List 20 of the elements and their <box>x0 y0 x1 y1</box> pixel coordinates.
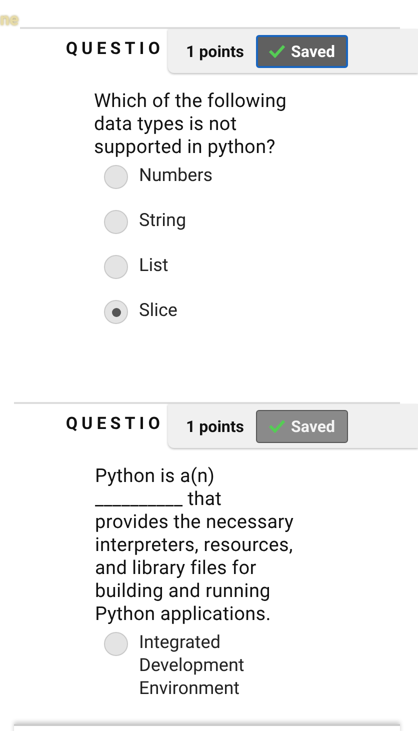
partial-link-text: ne <box>0 10 19 30</box>
question-heading: QUESTIO <box>64 413 165 436</box>
checkmark-icon <box>269 419 286 433</box>
points-label: 1 points <box>186 416 244 436</box>
option-label[interactable]: String <box>139 209 269 232</box>
question-text: Python is a(n) __________ that provides the necessary interpreters, resources, and library files for building and running Python applications. <box>95 464 295 625</box>
saved-button[interactable]: Saved <box>256 34 348 68</box>
option-label[interactable]: Integrated Development Environment <box>139 631 269 700</box>
question-heading: QUESTIO <box>64 38 165 61</box>
question-text: Which of the following data types is not supported in python? <box>94 89 288 158</box>
radio-button[interactable] <box>104 632 128 656</box>
option-label[interactable]: List <box>139 254 269 277</box>
radio-button[interactable] <box>104 165 128 189</box>
option-label[interactable]: Slice <box>139 299 269 322</box>
points-label: 1 points <box>186 42 244 60</box>
radio-button[interactable] <box>104 300 128 324</box>
radio-button[interactable] <box>104 210 128 234</box>
radio-button[interactable] <box>104 255 128 279</box>
option-label[interactable]: Numbers <box>139 164 269 187</box>
checkmark-icon <box>269 44 286 58</box>
